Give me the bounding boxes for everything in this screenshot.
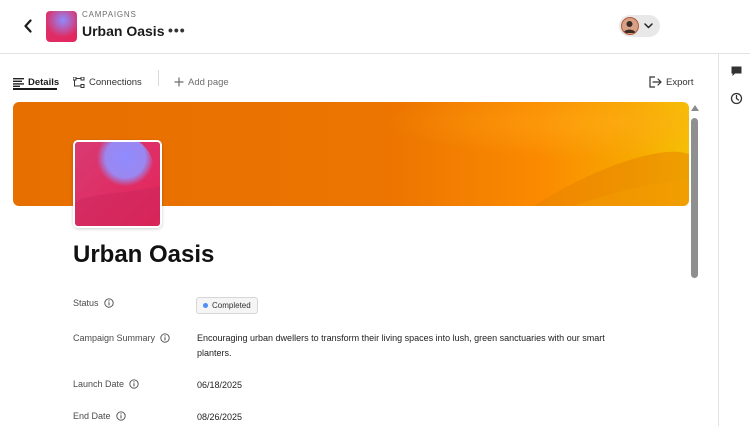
tab-bar: Details Connections Add page Export <box>0 54 718 102</box>
info-icon[interactable] <box>129 379 139 389</box>
launch-date-value: 06/18/2025 <box>197 380 243 390</box>
campaign-summary-label: Campaign Summary <box>73 333 170 343</box>
scroll-thumb[interactable] <box>691 118 698 278</box>
add-page-button[interactable]: Add page <box>174 72 229 92</box>
connections-icon <box>73 76 85 88</box>
status-label: Status <box>73 298 114 308</box>
campaign-summary-label-text: Campaign Summary <box>73 333 156 343</box>
info-icon[interactable] <box>115 411 126 421</box>
breadcrumb[interactable]: CAMPAIGNS <box>82 10 137 19</box>
export-label: Export <box>666 76 694 88</box>
chevron-left-icon <box>24 19 32 33</box>
campaign-thumbnail <box>46 11 77 42</box>
comment-icon <box>731 66 741 76</box>
tab-connections[interactable]: Connections <box>73 72 142 92</box>
vertical-scrollbar[interactable] <box>689 102 702 426</box>
back-button[interactable] <box>18 14 38 38</box>
status-badge: Completed <box>196 297 258 314</box>
app-header: CAMPAIGNS Urban Oasis ••• <box>0 0 750 54</box>
comments-button[interactable] <box>728 63 744 79</box>
status-label-text: Status <box>73 298 99 308</box>
end-date-label-text: End Date <box>73 411 111 421</box>
scroll-up-arrow[interactable] <box>691 105 699 111</box>
history-clock-icon <box>730 92 742 104</box>
tabs-divider <box>158 70 159 86</box>
info-icon[interactable] <box>160 333 170 343</box>
status-value: Completed <box>212 301 251 310</box>
details-lines-icon <box>13 77 24 87</box>
avatar <box>621 17 639 35</box>
launch-date-label: Launch Date <box>73 379 139 389</box>
export-icon <box>649 76 662 88</box>
more-options-button[interactable]: ••• <box>168 22 186 38</box>
user-menu-button[interactable] <box>619 15 660 37</box>
history-button[interactable] <box>728 90 744 106</box>
campaign-summary-value: Encouraging urban dwellers to transform … <box>197 333 605 358</box>
add-page-label: Add page <box>188 76 229 88</box>
tab-connections-label: Connections <box>89 76 142 88</box>
page-title: Urban Oasis <box>82 23 165 39</box>
end-date-label: End Date <box>73 411 126 421</box>
active-tab-indicator <box>13 88 57 90</box>
right-rail <box>718 54 750 426</box>
info-icon[interactable] <box>103 298 114 308</box>
status-dot <box>203 303 208 308</box>
end-date-value: 08/26/2025 <box>197 412 243 422</box>
launch-date-label-text: Launch Date <box>73 379 125 389</box>
campaign-cover-image <box>73 140 162 228</box>
campaign-heading: Urban Oasis <box>73 241 215 268</box>
export-button[interactable]: Export <box>649 72 693 92</box>
chevron-down-icon <box>644 23 653 29</box>
tab-details-label: Details <box>28 76 60 88</box>
plus-icon <box>174 77 184 87</box>
